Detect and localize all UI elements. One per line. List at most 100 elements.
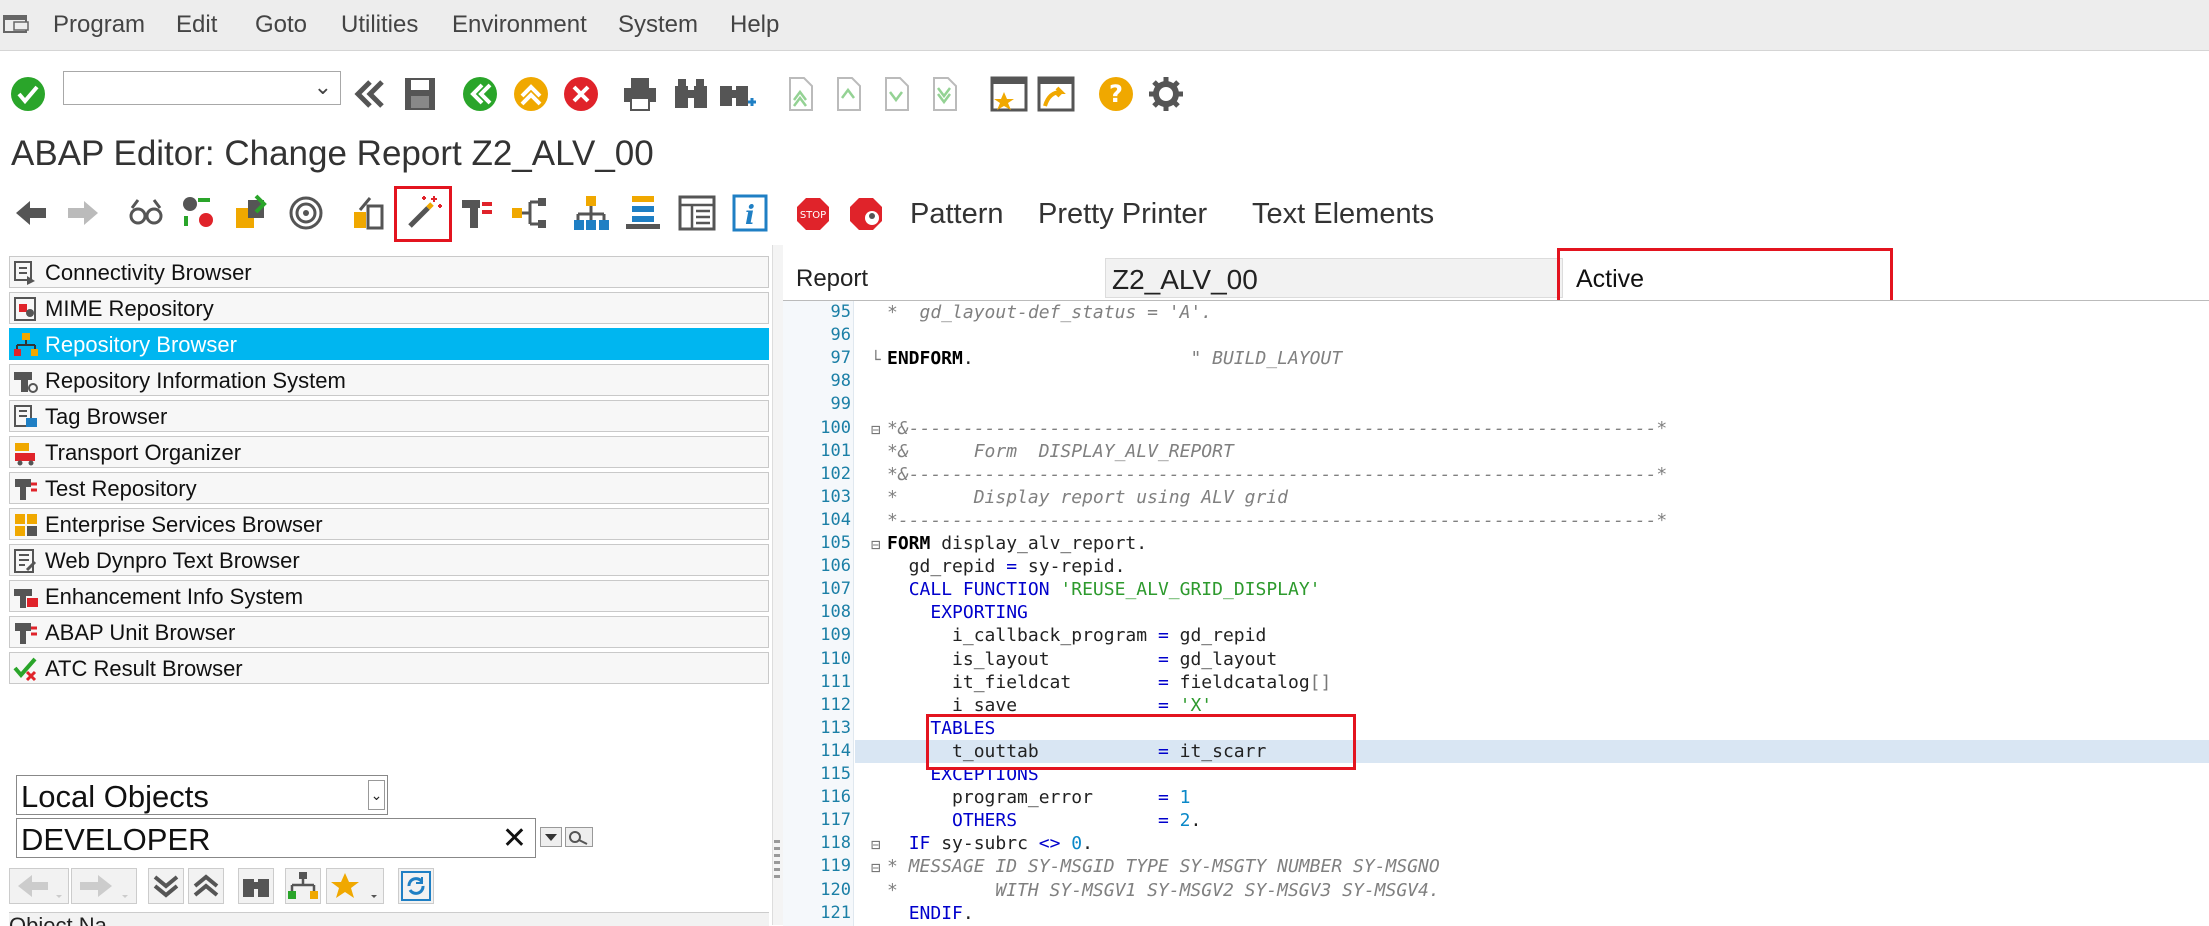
cancel-icon[interactable] [563, 76, 599, 112]
find-next-icon[interactable] [718, 76, 758, 112]
sidebar-item-web-dynpro-text-browser[interactable]: Web Dynpro Text Browser [9, 544, 769, 576]
code-line[interactable]: 103 * Display report using ALV grid [783, 486, 2209, 509]
help-icon[interactable]: ? [1098, 76, 1134, 112]
sidebar-item-abap-unit-browser[interactable]: ABAP Unit Browser [9, 616, 769, 648]
code-line[interactable]: 110 is_layout = gd_layout [783, 648, 2209, 671]
display-object-icon[interactable] [565, 827, 593, 847]
dropdown-arrow-icon[interactable] [540, 827, 562, 847]
sidebar-item-transport-organizer[interactable]: Transport Organizer [9, 436, 769, 468]
expand-all-button[interactable] [188, 868, 224, 904]
command-field[interactable]: ⌄ [63, 71, 341, 105]
hierarchy-button[interactable] [285, 868, 321, 904]
info-icon[interactable]: i [732, 194, 768, 232]
collapse-command-icon[interactable] [352, 78, 388, 110]
fold-toggle-icon[interactable]: ⊟ [871, 835, 881, 854]
code-line[interactable]: 100 ⊟ *&----------------------------------… [783, 417, 2209, 440]
sidebar-item-test-repository[interactable]: Test Repository [9, 472, 769, 504]
save-icon[interactable] [403, 76, 437, 112]
back-icon[interactable] [462, 76, 498, 112]
active-inactive-icon[interactable] [180, 194, 218, 232]
sap-menu-icon[interactable] [2, 12, 30, 38]
code-line[interactable]: 117 OTHERS = 2. [783, 809, 2209, 832]
code-line[interactable]: 102 *&-----------------------------------… [783, 463, 2209, 486]
code-line[interactable]: 96 [783, 324, 2209, 347]
code-line[interactable]: 107 CALL FUNCTION 'REUSE_ALV_GRID_DISPLA… [783, 578, 2209, 601]
sidebar-item-enhancement-info-system[interactable]: Enhancement Info System [9, 580, 769, 612]
test-direct-icon[interactable] [350, 194, 388, 232]
clear-icon[interactable]: ✕ [502, 821, 527, 856]
fold-toggle-icon[interactable]: ⊟ [871, 420, 881, 439]
menu-help[interactable]: Help [730, 11, 779, 39]
collapse-all-button[interactable] [148, 868, 184, 904]
code-line[interactable]: 120 * WITH SY-MSGV1 SY-MSGV2 SY-MSGV3 SY-… [783, 879, 2209, 902]
code-line[interactable]: 116 program_error = 1 [783, 786, 2209, 809]
create-session-icon[interactable] [990, 76, 1028, 114]
code-line[interactable]: 109 i_callback_program = gd_repid [783, 624, 2209, 647]
code-line[interactable]: 108 EXPORTING [783, 601, 2209, 624]
back-arrow-icon[interactable] [14, 198, 48, 228]
generate-shortcut-icon[interactable] [1037, 76, 1075, 114]
sidebar-item-repository-browser[interactable]: Repository Browser [9, 328, 769, 360]
split-screen-icon[interactable] [678, 194, 716, 232]
code-line[interactable]: 105 ⊟ FORM display_alv_report. [783, 532, 2209, 555]
first-page-icon[interactable] [782, 76, 818, 112]
menu-program[interactable]: Program [53, 11, 145, 39]
chevron-down-icon[interactable]: ⌄ [314, 74, 332, 100]
object-list-icon[interactable] [572, 194, 610, 232]
chevron-down-icon[interactable]: ⌄ [368, 780, 385, 810]
exit-icon[interactable] [513, 76, 549, 112]
user-input[interactable]: DEVELOPER ✕ [16, 818, 536, 858]
refresh-button[interactable] [398, 868, 434, 904]
code-line[interactable]: 106 gd_repid = sy-repid. [783, 555, 2209, 578]
splitter-grip-icon[interactable] [774, 840, 780, 880]
activate-icon[interactable] [287, 194, 325, 232]
fold-toggle-icon[interactable]: ⊟ [871, 858, 881, 877]
last-page-icon[interactable] [926, 76, 962, 112]
hierarchy-icon[interactable] [624, 194, 662, 232]
favorites-button[interactable] [326, 868, 384, 904]
display-change-icon[interactable] [128, 194, 166, 232]
fold-toggle-icon[interactable]: ⊟ [871, 535, 881, 554]
menu-utilities[interactable]: Utilities [341, 11, 418, 39]
pretty-printer-button[interactable]: Pretty Printer [1038, 198, 1207, 231]
menu-edit[interactable]: Edit [176, 11, 217, 39]
set-breakpoint-icon[interactable]: STOP [795, 196, 831, 232]
code-line[interactable]: 104 *------------------------------------… [783, 509, 2209, 532]
navigation-window-icon[interactable] [510, 194, 548, 232]
code-line[interactable]: 111 it_fieldcat = fieldcatalog[] [783, 671, 2209, 694]
sidebar-item-repository-information-system[interactable]: Repository Information System [9, 364, 769, 396]
text-elements-button[interactable]: Text Elements [1252, 198, 1434, 231]
settings-gear-icon[interactable] [1148, 76, 1184, 112]
sidebar-item-atc-result-browser[interactable]: ATC Result Browser [9, 652, 769, 684]
menu-goto[interactable]: Goto [255, 11, 307, 39]
external-breakpoint-icon[interactable] [848, 196, 884, 232]
pattern-button[interactable]: Pattern [910, 198, 1004, 231]
menu-system[interactable]: System [618, 11, 698, 39]
sidebar-item-tag-browser[interactable]: Tag Browser [9, 400, 769, 432]
code-line[interactable]: 121 ENDIF. [783, 902, 2209, 925]
nav-forward-button[interactable] [71, 868, 137, 904]
check-icon[interactable] [234, 194, 272, 232]
enter-check-icon[interactable] [10, 76, 46, 112]
next-page-icon[interactable] [878, 76, 914, 112]
previous-page-icon[interactable] [830, 76, 866, 112]
code-line[interactable]: 97 └ ENDFORM. " BUILD_LAYOUT [783, 347, 2209, 370]
forward-arrow-icon[interactable] [66, 198, 100, 228]
sidebar-item-connectivity-browser[interactable]: Connectivity Browser [9, 256, 769, 288]
code-line[interactable]: 101 *& Form DISPLAY_ALV_REPORT [783, 440, 2209, 463]
sidebar-item-mime-repository[interactable]: MIME Repository [9, 292, 769, 324]
find-object-button[interactable] [238, 868, 274, 904]
nav-back-button[interactable] [9, 868, 69, 904]
where-used-icon[interactable] [458, 194, 496, 232]
sidebar-item-enterprise-services-browser[interactable]: Enterprise Services Browser [9, 508, 769, 540]
code-line[interactable]: 98 [783, 370, 2209, 393]
code-line[interactable]: 118 ⊟ IF sy-subrc <> 0. [783, 832, 2209, 855]
code-editor[interactable]: 95 * gd_layout-def_status = 'A'. 96 97 └ ENDF… [783, 300, 2209, 926]
print-icon[interactable] [622, 76, 658, 112]
code-line[interactable]: 99 [783, 393, 2209, 416]
menu-environment[interactable]: Environment [452, 11, 587, 39]
code-line[interactable]: 95 * gd_layout-def_status = 'A'. [783, 301, 2209, 324]
find-icon[interactable] [673, 76, 709, 112]
object-type-select[interactable]: Local Objects ⌄ [16, 775, 388, 815]
code-line[interactable]: 119 ⊟ * MESSAGE ID SY-MSGID TYPE SY-MSGTY … [783, 855, 2209, 878]
